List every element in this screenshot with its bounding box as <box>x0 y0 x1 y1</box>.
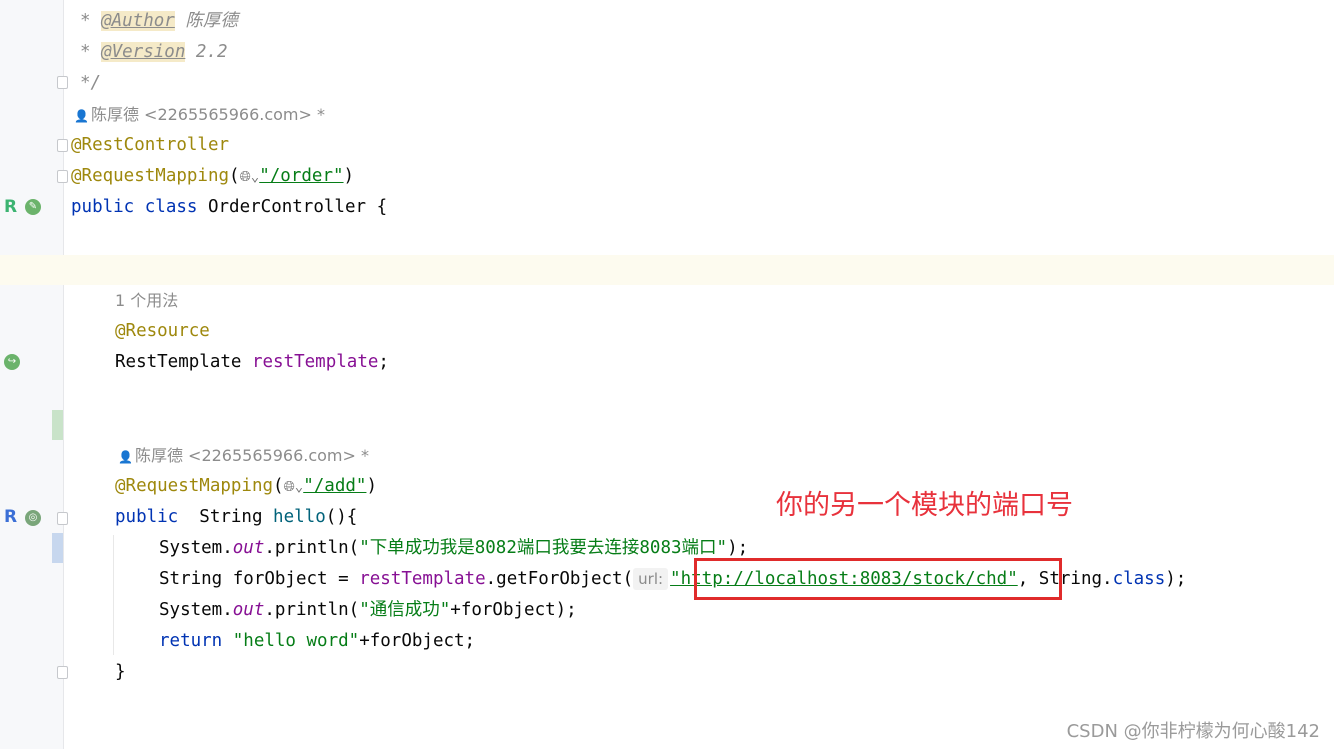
method-return-type: String <box>178 507 274 527</box>
doc-author-tag: @Author <box>101 11 175 31</box>
keyword-class: class <box>1112 569 1166 589</box>
indent-guide <box>113 535 114 655</box>
code-line[interactable]: @RequestMapping(🌐︎⌄"/add") <box>115 471 377 502</box>
code-line[interactable]: return "hello word"+forObject; <box>159 626 475 657</box>
annotation-request-mapping: @RequestMapping <box>115 476 274 496</box>
fold-icon[interactable] <box>57 170 68 183</box>
method-path-string[interactable]: "/add" <box>303 476 366 496</box>
code-line[interactable]: @Resource <box>115 316 210 347</box>
spring-bean-icon[interactable]: ✎ <box>25 199 41 215</box>
field-name: restTemplate <box>251 352 379 372</box>
keyword-public: public <box>115 507 179 527</box>
string-literal: "下单成功我是8082端口我要去连接8083端口" <box>359 538 728 558</box>
keyword-return: return <box>159 631 223 651</box>
code-token: ); <box>727 538 749 558</box>
rest-endpoint-icon[interactable]: R <box>4 197 17 217</box>
method-signature-end: (){ <box>325 507 358 527</box>
usage-hint-text: 1 个用法 <box>115 291 179 310</box>
code-line[interactable]: public class OrderController { <box>71 192 387 223</box>
fold-icon[interactable] <box>57 139 68 152</box>
static-field-out: out <box>232 538 265 558</box>
person-icon: 👤 <box>118 450 133 464</box>
code-line[interactable]: * @Version 2.2 <box>80 37 228 68</box>
code-line[interactable]: System.out.println("下单成功我是8082端口我要去连接808… <box>159 533 748 564</box>
rest-endpoint-icon[interactable]: R <box>4 507 17 527</box>
annotation-request-mapping: @RequestMapping <box>71 166 230 186</box>
string-literal: "通信成功" <box>359 600 451 620</box>
change-marker-added[interactable] <box>52 410 63 440</box>
code-token: +forObject; <box>359 631 476 651</box>
code-line[interactable]: @RestController <box>71 130 229 161</box>
code-line[interactable]: */ <box>80 68 101 99</box>
keyword-public: public <box>71 197 135 217</box>
doc-star: * <box>80 11 102 31</box>
usage-hint[interactable]: 1 个用法 <box>115 285 178 316</box>
globe-icon[interactable]: 🌐︎⌄ <box>240 162 260 193</box>
annotation-resource: @Resource <box>115 321 210 341</box>
annotation-highlight-box <box>694 558 1062 600</box>
author-hint-text: 陈厚德 <2265565966.com> * <box>134 446 369 465</box>
class-name: OrderController { <box>197 197 388 217</box>
code-line[interactable]: * @Author 陈厚德 <box>80 6 238 37</box>
code-line[interactable]: @RequestMapping(🌐︎⌄"/order") <box>71 161 354 192</box>
code-token: .println( <box>264 538 360 558</box>
doc-close: */ <box>80 73 102 93</box>
code-token: ); <box>1165 569 1187 589</box>
current-line-highlight <box>0 255 1334 285</box>
code-token: String forObject = <box>159 569 360 589</box>
web-endpoint-icon[interactable]: ◎ <box>25 510 41 526</box>
annotation-rest-controller: @RestController <box>71 135 230 155</box>
author-hint[interactable]: 👤 陈厚德 <2265565966.com> * <box>74 99 325 130</box>
code-token: .println( <box>264 600 360 620</box>
code-token: .getForObject( <box>485 569 634 589</box>
parameter-hint: url: <box>633 568 669 590</box>
field-reference: restTemplate <box>359 569 486 589</box>
class-path-string[interactable]: "/order" <box>259 166 343 186</box>
fold-icon[interactable] <box>57 76 68 89</box>
author-hint[interactable]: 👤 陈厚德 <2265565966.com> * <box>118 440 369 471</box>
code-line[interactable]: System.out.println("通信成功"+forObject); <box>159 595 577 626</box>
annotation-callout: 你的另一个模块的端口号 <box>776 490 1073 521</box>
person-icon: 👤 <box>74 109 89 123</box>
editor-gutter <box>0 0 64 749</box>
fold-icon[interactable] <box>57 512 68 525</box>
code-line[interactable]: RestTemplate restTemplate; <box>115 347 389 378</box>
doc-version-tag: @Version <box>101 42 186 62</box>
doc-author-value: 陈厚德 <box>174 11 238 31</box>
code-token: +forObject); <box>450 600 577 620</box>
fold-icon[interactable] <box>57 666 68 679</box>
change-marker-modified[interactable] <box>52 533 63 563</box>
globe-icon[interactable]: 🌐︎⌄ <box>284 472 304 503</box>
field-type: RestTemplate <box>115 352 252 372</box>
method-name: hello <box>273 507 326 527</box>
static-field-out: out <box>232 600 265 620</box>
watermark: CSDN @你非柠檬为何心酸142 <box>1066 721 1320 742</box>
string-literal: "hello word" <box>222 631 360 651</box>
code-token: System. <box>159 538 233 558</box>
doc-star: * <box>80 42 102 62</box>
spring-injection-icon[interactable]: ↪ <box>4 354 20 370</box>
doc-version-value: 2.2 <box>185 42 228 62</box>
code-line[interactable]: public String hello(){ <box>115 502 357 533</box>
code-token: System. <box>159 600 233 620</box>
closing-brace: } <box>115 662 126 682</box>
author-hint-text: 陈厚德 <2265565966.com> * <box>90 105 325 124</box>
keyword-class: class <box>144 197 198 217</box>
code-line[interactable]: } <box>115 657 126 688</box>
